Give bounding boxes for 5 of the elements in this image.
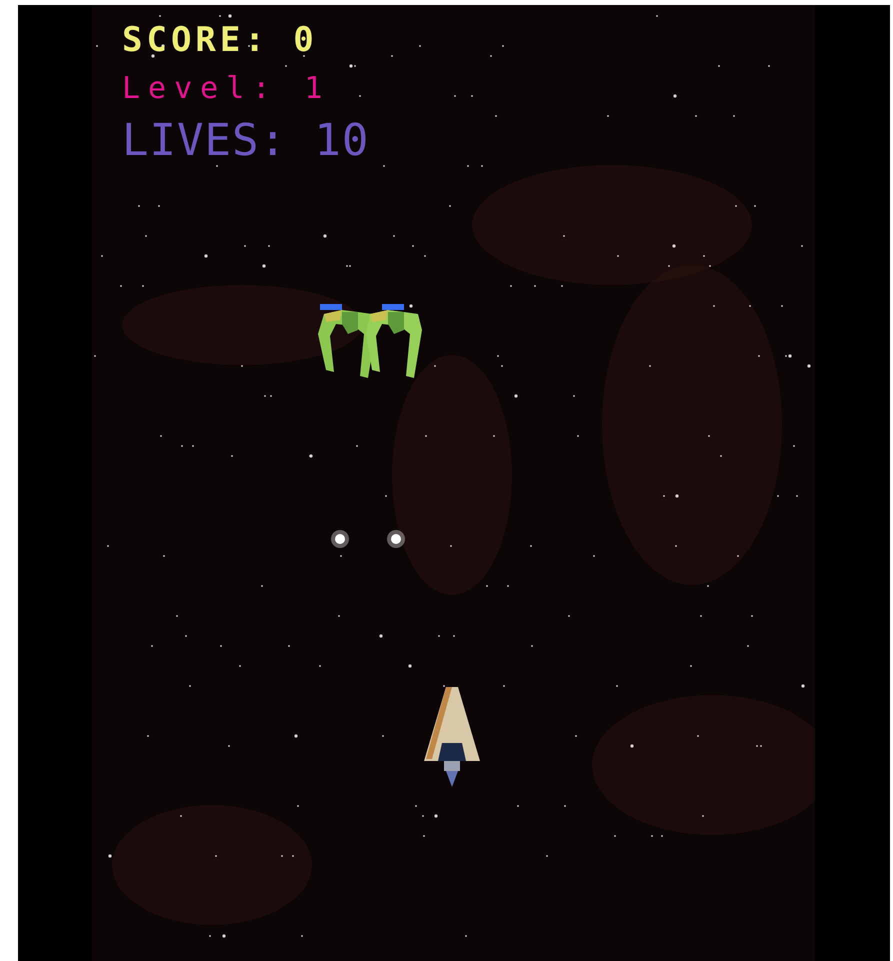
- bullet-icon: [386, 529, 406, 549]
- level-label: Level: 1: [122, 70, 330, 107]
- score-label: SCORE: 0: [122, 19, 318, 62]
- bullet-icon: [330, 529, 350, 549]
- lives-label: LIVES: 10: [122, 114, 370, 168]
